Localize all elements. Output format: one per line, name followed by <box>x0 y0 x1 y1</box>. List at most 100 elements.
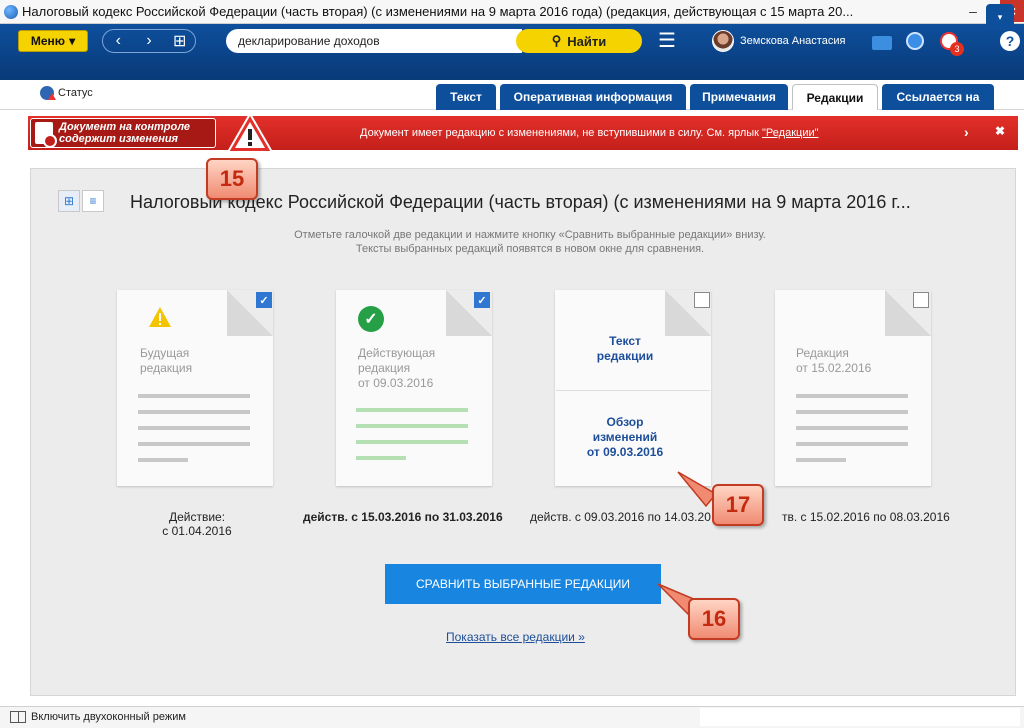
forward-icon[interactable]: › <box>137 32 161 50</box>
text-line <box>356 424 468 428</box>
dual-window-toggle[interactable]: Включить двухоконный режим <box>10 711 186 723</box>
compare-editions-button[interactable]: СРАВНИТЬ ВЫБРАННЫЕ РЕДАКЦИИ <box>385 564 661 604</box>
search-input[interactable] <box>226 29 522 53</box>
instructions: Отметьте галочкой две редакции и нажмите… <box>200 228 860 256</box>
chevron-right-icon[interactable]: › <box>964 124 969 140</box>
text-line <box>356 456 406 460</box>
edition-checkbox-current[interactable]: ✓ <box>474 292 490 308</box>
edition-card-1502[interactable] <box>775 290 931 486</box>
menu-label: Меню <box>30 34 66 48</box>
minimize-button[interactable]: – <box>962 0 984 22</box>
text-line <box>138 442 250 446</box>
changes-review-line-3: от 09.03.2016 <box>586 445 664 459</box>
banner-message: Документ имеет редакцию с изменениями, н… <box>360 127 819 139</box>
back-icon[interactable]: ‹ <box>106 32 130 50</box>
list-view-icon[interactable]: ≡ <box>82 190 104 212</box>
edition-card-future[interactable] <box>117 290 273 486</box>
grid-icon[interactable]: ⊞ <box>168 31 192 51</box>
tab-text[interactable]: Текст <box>436 84 496 110</box>
callout-15: 15 <box>206 158 258 200</box>
app-logo-icon <box>4 4 18 19</box>
show-all-editions-link[interactable]: Показать все редакции » <box>446 630 585 644</box>
avatar <box>712 30 734 52</box>
edition-checkbox-future[interactable]: ✓ <box>256 292 272 308</box>
grid-view-icon[interactable]: ⊞ <box>58 190 80 212</box>
history-icon[interactable] <box>906 32 924 50</box>
edition-checkbox-0903[interactable] <box>694 292 710 308</box>
warning-icon <box>149 307 171 327</box>
text-line <box>356 440 468 444</box>
control-text: Документ на контроле содержит изменения <box>59 121 190 145</box>
text-line <box>796 442 908 446</box>
edition-label-line-3: от 09.03.2016 <box>358 376 434 390</box>
period-line-2: с 01.04.2016 <box>162 524 232 538</box>
control-line-2: содержит изменения <box>59 133 179 145</box>
period-line-1: Действие: <box>168 510 226 524</box>
navigation-group: ‹ › ⊞ <box>102 29 196 53</box>
status-label: Статус <box>58 87 93 99</box>
text-line <box>356 408 468 412</box>
document-tabs: Текст Оперативная информация Примечания … <box>436 84 998 110</box>
callout-17: 17 <box>712 484 764 526</box>
card-divider <box>556 390 710 391</box>
document-control-badge[interactable]: Документ на контроле содержит изменения <box>30 118 216 148</box>
tab-references[interactable]: Ссылается на <box>882 84 994 110</box>
tab-operative-info[interactable]: Оперативная информация <box>500 84 686 110</box>
edition-label-line-1: Будущая <box>140 346 190 360</box>
view-toggle: ⊞ ≡ <box>58 190 104 212</box>
text-line <box>138 394 250 398</box>
edition-text-link-line-2: редакции <box>596 349 654 363</box>
user-name: Земскова Анастасия <box>740 35 846 47</box>
close-icon[interactable]: ✖ <box>995 124 1005 138</box>
text-line <box>138 426 250 430</box>
user-profile[interactable]: Земскова Анастасия <box>712 29 870 53</box>
search-icon: ⚲ <box>551 33 562 48</box>
tab-notes[interactable]: Примечания <box>690 84 788 110</box>
edition-label-line-1: Действующая <box>358 346 436 360</box>
changes-review-link[interactable]: Обзор изменений от 09.03.2016 <box>575 415 675 460</box>
changes-review-line-1: Обзор <box>606 415 644 429</box>
find-label: Найти <box>567 33 607 49</box>
callout-16: 16 <box>688 598 740 640</box>
edition-period-future: Действие: с 01.04.2016 <box>162 510 232 540</box>
folder-icon[interactable] <box>872 36 892 50</box>
text-line <box>796 458 846 462</box>
toolbar-row: Меню ▾ ‹ › ⊞ ⚲ Найти ☰ Земскова Анастаси… <box>0 24 1024 56</box>
edition-label-line-2: от 15.02.2016 <box>796 361 872 375</box>
edition-checkbox-1502[interactable] <box>913 292 929 308</box>
tabs-more-button[interactable]: ▾ <box>986 4 1014 30</box>
status-link[interactable]: Статус <box>40 86 93 100</box>
edition-label-1502: Редакция от 15.02.2016 <box>796 346 871 376</box>
text-line <box>796 410 908 414</box>
instructions-line-2: Тексты выбранных редакций появятся в нов… <box>355 243 705 255</box>
check-circle-icon: ✓ <box>358 306 384 332</box>
edition-label-line-2: редакция <box>358 361 411 375</box>
document-control-icon <box>35 122 57 148</box>
edition-label-line-2: редакция <box>140 361 193 375</box>
instructions-line-1: Отметьте галочкой две редакции и нажмите… <box>294 229 766 241</box>
menu-button[interactable]: Меню ▾ <box>18 30 88 52</box>
edition-text-link-line-1: Текст <box>609 334 641 348</box>
text-line <box>138 410 250 414</box>
edition-text-link[interactable]: Текст редакции <box>575 334 675 364</box>
hamburger-menu-icon[interactable]: ☰ <box>656 30 678 52</box>
edition-period-1502: тв. с 15.02.2016 по 08.03.2016 <box>782 510 950 524</box>
control-line-1: Документ на контроле <box>59 121 191 133</box>
text-line <box>796 426 908 430</box>
find-button[interactable]: ⚲ Найти <box>516 29 642 53</box>
help-icon[interactable]: ? <box>1000 31 1020 51</box>
edition-period-0903: действ. с 09.03.2016 по 14.03.20 <box>530 510 711 524</box>
dual-window-label: Включить двухоконный режим <box>31 711 186 723</box>
edition-label-current: Действующая редакция от 09.03.2016 <box>358 346 435 391</box>
edition-label-line-1: Редакция <box>796 346 849 360</box>
horizontal-scroll-area[interactable] <box>700 708 1020 726</box>
changes-review-line-2: изменений <box>592 430 658 444</box>
status-warning-icon <box>40 86 56 100</box>
window-titlebar: Налоговый кодекс Российской Федерации (ч… <box>0 0 1024 24</box>
tab-editions[interactable]: Редакции <box>792 84 878 110</box>
text-line <box>138 458 188 462</box>
window-title: Налоговый кодекс Российской Федерации (ч… <box>22 4 854 19</box>
editions-link[interactable]: "Редакции" <box>762 127 818 139</box>
status-tabs-row: Статус Текст Оперативная информация Прим… <box>0 80 1024 110</box>
main-toolbar: Меню ▾ ‹ › ⊞ ⚲ Найти ☰ Земскова Анастаси… <box>0 24 1024 80</box>
